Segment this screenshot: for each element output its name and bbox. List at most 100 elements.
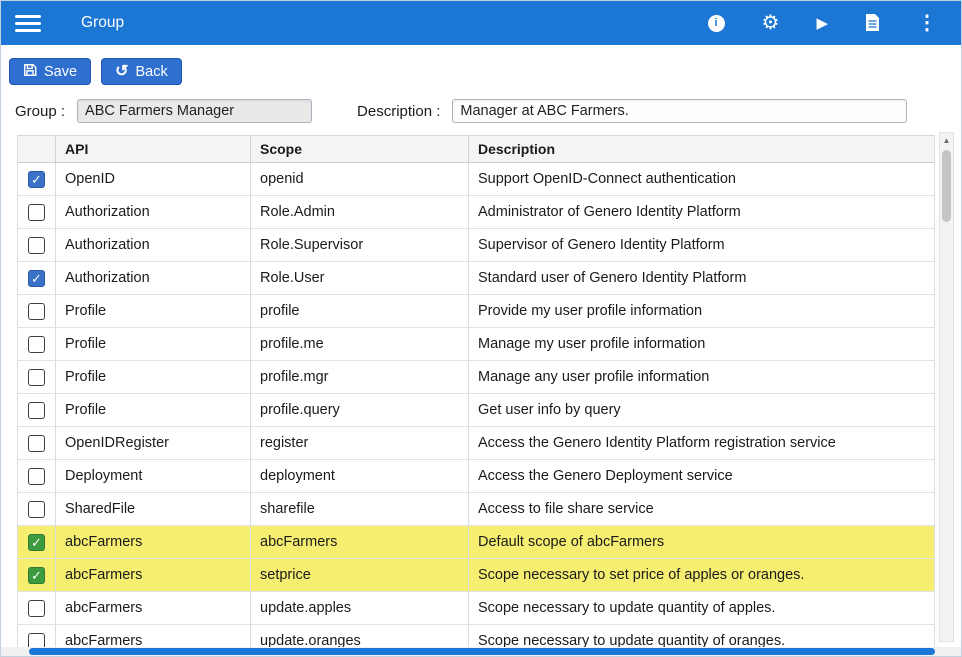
table-row[interactable]: AuthorizationRole.AdminAdministrator of …	[18, 196, 934, 229]
horizontal-scrollbar-thumb[interactable]	[29, 648, 935, 655]
settings-icon[interactable]: ⚙	[762, 13, 780, 33]
row-checkbox-cell	[18, 427, 55, 459]
cell-api: Deployment	[55, 460, 250, 492]
row-checkbox[interactable]	[28, 600, 45, 617]
run-icon[interactable]: ▶	[816, 16, 828, 31]
row-checkbox[interactable]	[28, 336, 45, 353]
row-checkbox[interactable]: ✓	[28, 567, 45, 584]
cell-description: Supervisor of Genero Identity Platform	[468, 229, 934, 261]
description-field[interactable]	[452, 99, 907, 123]
appbar-actions: i ⚙ ▶ ⋮	[708, 13, 937, 33]
horizontal-scrollbar[interactable]	[1, 647, 961, 656]
table-row[interactable]: ✓ OpenIDopenidSupport OpenID-Connect auth…	[18, 163, 934, 196]
table-row[interactable]: AuthorizationRole.SupervisorSupervisor o…	[18, 229, 934, 262]
description-label: Description :	[357, 103, 440, 120]
table-row[interactable]: ✓ AuthorizationRole.UserStandard user of …	[18, 262, 934, 295]
cell-scope: update.apples	[250, 592, 468, 624]
cell-api: abcFarmers	[55, 559, 250, 591]
back-button[interactable]: ↺ Back	[101, 58, 182, 85]
row-checkbox-cell: ✓	[18, 262, 55, 294]
save-icon	[23, 63, 37, 81]
row-checkbox[interactable]	[28, 501, 45, 518]
cell-api: abcFarmers	[55, 526, 250, 558]
vertical-scrollbar-thumb[interactable]	[942, 150, 951, 222]
cell-description: Access to file share service	[468, 493, 934, 525]
cell-api: abcFarmers	[55, 592, 250, 624]
row-checkbox[interactable]: ✓	[28, 270, 45, 287]
row-checkbox-cell	[18, 394, 55, 426]
table-header: API Scope Description	[18, 135, 934, 163]
cell-scope: abcFarmers	[250, 526, 468, 558]
header-api[interactable]: API	[55, 136, 250, 162]
row-checkbox-cell	[18, 328, 55, 360]
table-row[interactable]: Profileprofile.meManage my user profile …	[18, 328, 934, 361]
cell-scope: profile	[250, 295, 468, 327]
cell-api: OpenID	[55, 163, 250, 195]
back-icon: ↺	[115, 64, 128, 80]
row-checkbox[interactable]: ✓	[28, 534, 45, 551]
table-row[interactable]: DeploymentdeploymentAccess the Genero De…	[18, 460, 934, 493]
row-checkbox[interactable]	[28, 402, 45, 419]
cell-scope: openid	[250, 163, 468, 195]
info-icon[interactable]: i	[708, 15, 725, 32]
row-checkbox[interactable]	[28, 468, 45, 485]
row-checkbox[interactable]	[28, 369, 45, 386]
row-checkbox[interactable]	[28, 237, 45, 254]
app-window: Group i ⚙ ▶ ⋮ Save ↺ Back Group : Descri…	[0, 0, 962, 657]
cell-scope: setprice	[250, 559, 468, 591]
cell-scope: register	[250, 427, 468, 459]
cell-description: Manage my user profile information	[468, 328, 934, 360]
row-checkbox[interactable]: ✓	[28, 171, 45, 188]
row-checkbox[interactable]	[28, 303, 45, 320]
cell-api: Profile	[55, 361, 250, 393]
cell-description: Get user info by query	[468, 394, 934, 426]
table-row[interactable]: Profileprofile.queryGet user info by que…	[18, 394, 934, 427]
row-checkbox[interactable]	[28, 435, 45, 452]
row-checkbox-cell: ✓	[18, 526, 55, 558]
table-row[interactable]: ✓ abcFarmerssetpriceScope necessary to se…	[18, 559, 934, 592]
cell-api: Profile	[55, 328, 250, 360]
table-row[interactable]: SharedFilesharefileAccess to file share …	[18, 493, 934, 526]
header-description[interactable]: Description	[468, 136, 934, 162]
cell-scope: sharefile	[250, 493, 468, 525]
row-checkbox-cell: ✓	[18, 163, 55, 195]
cell-scope: Role.User	[250, 262, 468, 294]
group-form: Group : Description :	[1, 91, 961, 133]
row-checkbox-cell	[18, 196, 55, 228]
cell-description: Scope necessary to update quantity of ap…	[468, 592, 934, 624]
row-checkbox-cell	[18, 460, 55, 492]
table-row[interactable]: Profileprofile.mgrManage any user profil…	[18, 361, 934, 394]
row-checkbox-cell	[18, 493, 55, 525]
more-options-icon[interactable]: ⋮	[917, 13, 937, 33]
document-icon[interactable]	[865, 14, 880, 32]
save-button[interactable]: Save	[9, 58, 91, 85]
group-name-field[interactable]	[77, 99, 312, 123]
table-row[interactable]: abcFarmersupdate.applesScope necessary t…	[18, 592, 934, 625]
row-checkbox-cell	[18, 361, 55, 393]
vertical-scrollbar[interactable]: ▲	[939, 132, 954, 642]
group-label: Group :	[15, 103, 65, 120]
table-row[interactable]: OpenIDRegisterregisterAccess the Genero …	[18, 427, 934, 460]
cell-api: Profile	[55, 394, 250, 426]
row-checkbox-cell	[18, 229, 55, 261]
cell-scope: Role.Supervisor	[250, 229, 468, 261]
cell-description: Support OpenID-Connect authentication	[468, 163, 934, 195]
cell-description: Default scope of abcFarmers	[468, 526, 934, 558]
row-checkbox-cell: ✓	[18, 559, 55, 591]
cell-api: Authorization	[55, 196, 250, 228]
cell-description: Access the Genero Identity Platform regi…	[468, 427, 934, 459]
cell-api: OpenIDRegister	[55, 427, 250, 459]
cell-description: Provide my user profile information	[468, 295, 934, 327]
scroll-up-arrow[interactable]: ▲	[940, 133, 953, 148]
cell-api: Authorization	[55, 262, 250, 294]
table-row[interactable]: ProfileprofileProvide my user profile in…	[18, 295, 934, 328]
cell-scope: profile.mgr	[250, 361, 468, 393]
cell-scope: deployment	[250, 460, 468, 492]
row-checkbox[interactable]	[28, 204, 45, 221]
appbar: Group i ⚙ ▶ ⋮	[1, 1, 961, 45]
cell-description: Standard user of Genero Identity Platfor…	[468, 262, 934, 294]
menu-icon[interactable]	[15, 15, 41, 32]
cell-description: Scope necessary to set price of apples o…	[468, 559, 934, 591]
header-scope[interactable]: Scope	[250, 136, 468, 162]
table-row[interactable]: ✓abcFarmersabcFarmersDefault scope of ab…	[18, 526, 934, 559]
